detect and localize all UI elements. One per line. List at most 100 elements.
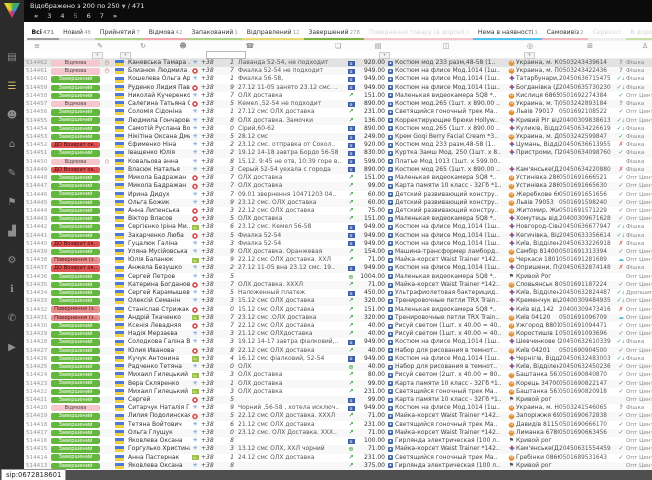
tracking-column-icon[interactable]: ⊞: [583, 41, 597, 51]
phone-cell[interactable]: +387: [200, 191, 238, 199]
tab-Відправлений[interactable]: Відправлений12: [242, 26, 304, 40]
table-row[interactable]: 514449 ДО Возврат ок.. Власюк Наталья ✳ …: [24, 166, 652, 174]
phone-cell[interactable]: +388: [200, 437, 238, 445]
status-filter-dropdown[interactable]: ▾: [92, 52, 103, 60]
tracking-number[interactable]: 0501692108522: [559, 108, 616, 116]
table-row[interactable]: 514460 Завершений Кошелева Ольга Ар.. ✳ …: [24, 75, 652, 83]
table-row[interactable]: 514429 Завершений Надія Мерзаєва ✳ +383 …: [24, 330, 652, 338]
phone-cell[interactable]: +381: [200, 59, 238, 67]
manager-column-icon[interactable]: ♙: [638, 41, 652, 51]
tracking-number[interactable]: 0501691666521: [559, 174, 616, 182]
table-row[interactable]: 514426 Завершений Кучук Антонина lc +384…: [24, 355, 652, 363]
orders-icon[interactable]: ☰: [3, 79, 21, 95]
phone-cell[interactable]: +387: [200, 182, 238, 190]
table-row[interactable]: 514450 Відмова ◷ Ковальова анна ✳ +388 1…: [24, 158, 652, 166]
table-row[interactable]: 514442 Завершений Сергієнко Іріна Ми.. l…: [24, 223, 652, 231]
phone-cell[interactable]: +385: [200, 215, 238, 223]
tracking-number[interactable]: 20400309838613: [559, 117, 616, 125]
phone-cell[interactable]: +385: [200, 232, 238, 240]
table-row[interactable]: 514437 ДО Возврат ок.. Анжела Безушко ✳ …: [24, 264, 652, 272]
phone-cell[interactable]: +380: [200, 125, 238, 133]
tracking-number[interactable]: 0501691094471: [559, 322, 616, 330]
phone-cell[interactable]: +387: [200, 281, 238, 289]
client-column-icon[interactable]: ☻: [176, 41, 190, 51]
phone-column-icon[interactable]: ☎: [243, 41, 257, 51]
tracking-number[interactable]: 0501690822147: [559, 380, 616, 388]
table-row[interactable]: 514421 Завершений Сергей +385 ≣ 99.00 Ка…: [24, 396, 652, 404]
status-column-icon[interactable]: ✎: [93, 41, 107, 51]
page-button-7[interactable]: 7: [100, 12, 104, 20]
phone-cell[interactable]: +383: [200, 207, 238, 215]
table-row[interactable]: 514451 Завершений Іващенко Юлія ✳ +382 1…: [24, 149, 652, 157]
table-row[interactable]: 514416 Завершений Яковлева Оксана ✳ +388…: [24, 437, 652, 445]
table-row[interactable]: 514427 Завершений Юлия Иванова +388 22.1…: [24, 347, 652, 355]
tracking-number[interactable]: 0503241546065: [559, 404, 616, 412]
flag-filter-dropdown[interactable]: ▾: [120, 52, 131, 60]
phone-cell[interactable]: +381: [200, 108, 238, 116]
phone-cell[interactable]: +388: [200, 158, 238, 166]
tracking-number[interactable]: 20450633356614: [559, 232, 616, 240]
page-size-caret-icon[interactable]: ▼: [122, 4, 126, 10]
table-row[interactable]: 514462 Відмова ◷ Каневська Тамара .. ✳ +…: [24, 59, 652, 67]
tracking-number[interactable]: 20450634220880: [559, 166, 616, 174]
table-row[interactable]: 514428 Завершений Солодкова Галіна В.. ✳…: [24, 338, 652, 346]
phone-cell[interactable]: +386: [200, 421, 238, 429]
tracking-number[interactable]: 20450634226619: [559, 125, 616, 133]
tracking-number[interactable]: 20450634098760: [559, 149, 616, 157]
phone-cell[interactable]: +382: [200, 264, 238, 272]
table-row[interactable]: 514458 Завершений Николай Кучеренко ✳ +3…: [24, 92, 652, 100]
order-id-column-icon[interactable]: ≡: [30, 41, 44, 51]
first-page-button[interactable]: «: [34, 12, 38, 20]
settings-icon[interactable]: ⚙: [3, 253, 21, 269]
phone-cell[interactable]: +387: [200, 67, 238, 75]
table-row[interactable]: 514448 Завершений Микола Бадражан +387 О…: [24, 174, 652, 182]
last-page-button[interactable]: »: [113, 12, 117, 20]
tracking-number[interactable]: 20450632483003: [559, 355, 616, 363]
table-row[interactable]: 514419 Завершений Лилия Подолинская +385…: [24, 412, 652, 420]
phone-cell[interactable]: +389: [200, 84, 238, 92]
phone-cell[interactable]: +385: [200, 412, 238, 420]
phone-cell[interactable]: +385: [200, 396, 238, 404]
tab-Запакований[interactable]: Запакований1: [187, 26, 242, 40]
tab-Нема в наявності[interactable]: Нема в наявності1: [473, 26, 542, 40]
table-row[interactable]: 514454 Завершений Самотій Руслана Во.. ✳…: [24, 125, 652, 133]
phone-cell[interactable]: +382: [200, 141, 238, 149]
table-row[interactable]: 514432 Повернення (з.. Станіслав Стрижак…: [24, 306, 652, 314]
support-icon[interactable]: ✆: [3, 311, 21, 327]
page-button-6[interactable]: 6: [87, 12, 91, 20]
table-row[interactable]: 514425 Завершений Радченко Тетяна ✳ +380…: [24, 363, 652, 371]
table-row[interactable]: 514417 Завершений Ольга Глущук ✳ +380 23…: [24, 429, 652, 437]
table-row[interactable]: 514424 Завершений Михаил Гилецький lc +3…: [24, 371, 652, 379]
phone-cell[interactable]: +381: [200, 454, 238, 462]
tracking-number[interactable]: [559, 158, 616, 166]
phone-cell[interactable]: +383: [200, 388, 238, 396]
table-row[interactable]: 514418 Завершений Тетяна Войтович ✳ +386…: [24, 421, 652, 429]
table-row[interactable]: 514445 Завершений Ольга Божик ✳ +389 23.…: [24, 199, 652, 207]
table-row[interactable]: 514457 Відмова Салегина Татьяна С.. +385…: [24, 100, 652, 108]
info-icon[interactable]: ℹ: [3, 282, 21, 298]
video-icon[interactable]: ▶: [3, 340, 21, 356]
reports-icon[interactable]: ▟: [3, 224, 21, 240]
phone-cell[interactable]: +387: [200, 92, 238, 100]
clients-icon[interactable]: ☻: [3, 108, 21, 124]
phone-cell[interactable]: +383: [200, 445, 238, 453]
products-icon[interactable]: ✎: [3, 166, 21, 182]
tracking-number[interactable]: 0503243439614: [559, 59, 616, 67]
phone-cell[interactable]: +381: [200, 380, 238, 388]
tab-Прийнятий[interactable]: Прийнятий7: [95, 26, 144, 40]
phone-cell[interactable]: +385: [200, 273, 238, 281]
table-row[interactable]: 514438 Повернення (з.. Юлія Баланюк lc +…: [24, 256, 652, 264]
table-row[interactable]: 514452 ДО Возврат ок.. Єфименко Ніна ✳ +…: [24, 141, 652, 149]
tracking-number[interactable]: 0501690663456: [559, 429, 616, 437]
phone-cell[interactable]: +380: [200, 429, 238, 437]
tracking-number[interactable]: 0501691665630: [559, 182, 616, 190]
table-row[interactable]: 514430 Завершений Ксенія Левадняя +387 2…: [24, 322, 652, 330]
tracking-number[interactable]: [559, 396, 616, 404]
phone-cell[interactable]: +386: [200, 223, 238, 231]
phone-cell[interactable]: +385: [200, 133, 238, 141]
phone-cell[interactable]: +385: [200, 100, 238, 108]
page-button-4[interactable]: 4: [60, 12, 64, 20]
location-filter-dropdown[interactable]: ▾: [524, 52, 535, 60]
table-row[interactable]: 514439 Завершений Уляна Мусійовська ✳ +3…: [24, 248, 652, 256]
tracking-number[interactable]: 0501691187224: [559, 281, 616, 289]
